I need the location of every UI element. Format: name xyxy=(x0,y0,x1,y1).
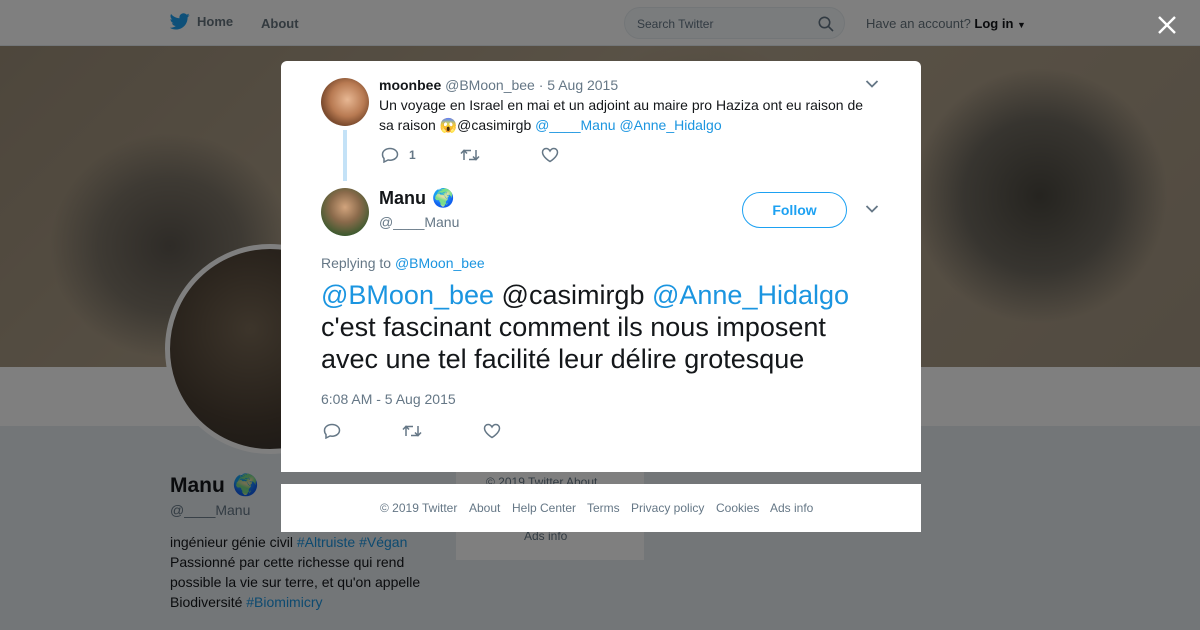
chevron-down-icon[interactable] xyxy=(865,204,879,214)
parent-author-handle[interactable]: @BMoon_bee xyxy=(445,77,535,93)
modal-footer: © 2019 Twitter About Help Center Terms P… xyxy=(281,484,921,532)
main-tweet-text: @BMoon_bee @casimirgb @Anne_Hidalgo c'es… xyxy=(321,279,881,375)
footer-help-link[interactable]: Help Center xyxy=(512,501,576,515)
like-button[interactable] xyxy=(541,147,559,163)
footer-ads-link[interactable]: Ads info xyxy=(770,501,813,515)
reply-icon xyxy=(323,423,341,439)
heart-icon xyxy=(541,147,559,163)
thread-connector xyxy=(343,130,347,181)
avatar[interactable] xyxy=(321,188,369,236)
mention-link[interactable]: @____Manu xyxy=(535,117,615,133)
footer-about-link[interactable]: About xyxy=(469,501,500,515)
scream-emoji-icon: 😱 xyxy=(439,117,458,133)
replying-to-link[interactable]: @BMoon_bee xyxy=(395,255,485,271)
reply-icon xyxy=(381,147,399,163)
retweet-button[interactable] xyxy=(402,424,422,438)
reply-button[interactable]: 1 xyxy=(381,147,416,163)
avatar[interactable] xyxy=(321,78,369,126)
main-author-handle[interactable]: @____Manu xyxy=(379,214,459,230)
like-button[interactable] xyxy=(483,423,501,439)
footer-privacy-link[interactable]: Privacy policy xyxy=(631,501,704,515)
retweet-button[interactable] xyxy=(460,148,480,162)
tweet-timestamp[interactable]: 6:08 AM - 5 Aug 2015 xyxy=(321,391,456,407)
chevron-down-icon[interactable] xyxy=(865,79,879,89)
mention-link[interactable]: @Anne_Hidalgo xyxy=(652,280,849,310)
mention-text: @casimirgb xyxy=(494,280,652,310)
footer-terms-link[interactable]: Terms xyxy=(587,501,620,515)
heart-icon xyxy=(483,423,501,439)
reply-button[interactable] xyxy=(323,423,341,439)
follow-button[interactable]: Follow xyxy=(742,192,847,228)
main-author-name-text: Manu xyxy=(379,188,426,208)
reply-count: 1 xyxy=(409,148,416,162)
tweet-body: c'est fascinant comment ils nous imposen… xyxy=(321,312,826,374)
mention-link[interactable]: @BMoon_bee xyxy=(321,280,494,310)
parent-author-name[interactable]: moonbee xyxy=(379,77,441,93)
close-icon[interactable] xyxy=(1154,12,1180,38)
retweet-icon xyxy=(402,425,422,437)
footer-copyright: © 2019 Twitter xyxy=(380,501,458,515)
replying-to-label: Replying to xyxy=(321,255,395,271)
parent-tweet-header: moonbee @BMoon_bee · 5 Aug 2015 xyxy=(379,77,618,93)
parent-tweet-text: Un voyage en Israel en mai et un adjoint… xyxy=(379,95,879,135)
mention-link[interactable]: @Anne_Hidalgo xyxy=(619,117,721,133)
main-author-name[interactable]: Manu 🌍 xyxy=(379,188,454,209)
replying-to: Replying to @BMoon_bee xyxy=(321,255,485,271)
retweet-icon xyxy=(460,149,480,161)
mention-text: @casimirgb xyxy=(457,117,536,133)
footer-cookies-link[interactable]: Cookies xyxy=(716,501,759,515)
tweet-permalink-modal: moonbee @BMoon_bee · 5 Aug 2015 Un voyag… xyxy=(281,61,921,472)
globe-emoji-icon: 🌍 xyxy=(432,188,455,208)
parent-tweet-date[interactable]: · 5 Aug 2015 xyxy=(539,77,618,93)
